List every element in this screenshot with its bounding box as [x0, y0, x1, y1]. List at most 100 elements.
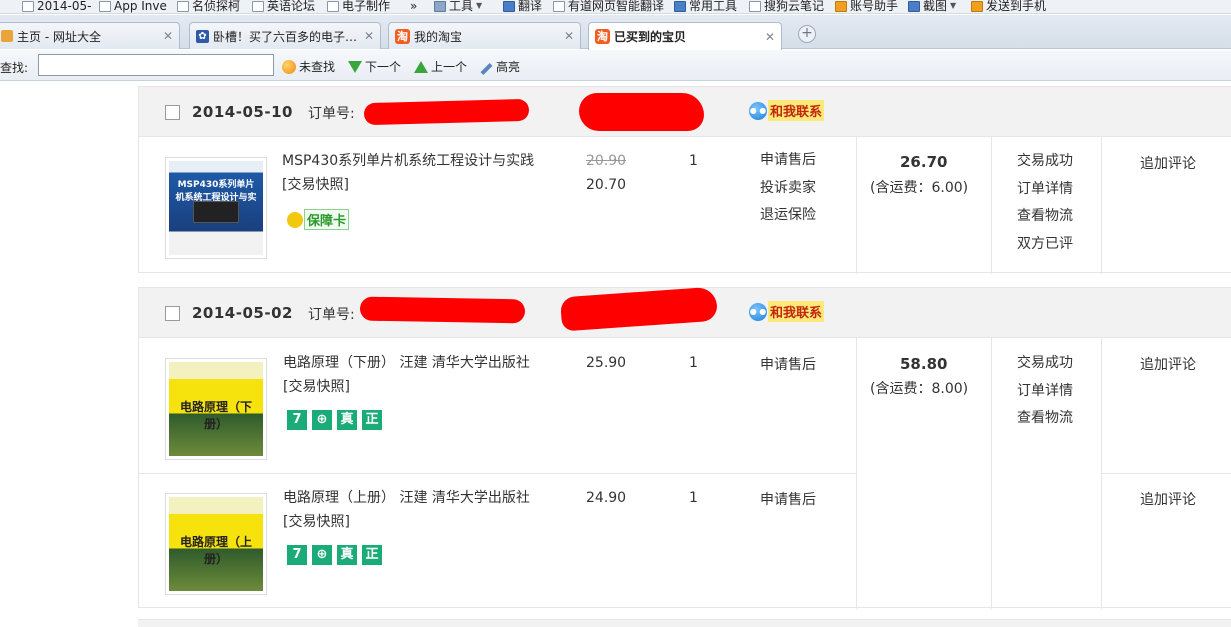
item-actions: 申请售后 投诉卖家 退运保险 — [760, 147, 816, 230]
authentic-badge[interactable]: 真 — [337, 545, 357, 565]
snapshot-link[interactable]: [交易快照] — [283, 375, 563, 399]
guarantee-badge[interactable]: ⊕ — [312, 545, 332, 565]
add-review-link[interactable]: 追加评论 — [1140, 354, 1196, 374]
tab-my-taobao[interactable]: 淘 我的淘宝 ✕ — [388, 22, 581, 49]
service-badges: 7 ⊕ 真 正 — [287, 545, 382, 565]
close-icon[interactable]: ✕ — [765, 30, 775, 44]
book-cover-image: 电路原理（上册） — [169, 497, 263, 591]
redaction-mark — [359, 296, 526, 324]
seven-day-return-badge[interactable]: 7 — [287, 545, 307, 565]
product-thumbnail[interactable]: MSP430系列单片机系统工程设计与实践 — [165, 157, 267, 259]
tab-purchased-items[interactable]: 淘 已买到的宝贝 ✕ — [588, 22, 782, 50]
close-icon[interactable]: ✕ — [163, 29, 173, 43]
view-logistics-link[interactable]: 查看物流 — [1017, 405, 1073, 433]
add-review-link[interactable]: 追加评论 — [1140, 489, 1196, 509]
shipping-fee: (含运费：8.00) — [870, 381, 969, 397]
bookmark-item[interactable]: 常用工具 — [674, 0, 737, 13]
find-status-button[interactable]: 未查找 — [282, 58, 335, 75]
close-icon[interactable]: ✕ — [564, 29, 574, 43]
order-total: 58.80 — [900, 355, 948, 373]
screenshot-icon — [908, 0, 920, 12]
tab-article[interactable]: ✿ 卧槽！买了六百多的电子… ✕ — [189, 22, 381, 49]
bookmark-item[interactable]: 翻译 — [503, 0, 542, 13]
bookmark-item[interactable]: 英语论坛 — [252, 0, 315, 13]
snapshot-link[interactable]: [交易快照] — [283, 510, 563, 534]
page-icon — [327, 0, 339, 12]
bookmark-item[interactable]: 名侦探柯 — [177, 0, 240, 13]
chevron-down-icon: ▼ — [950, 1, 957, 10]
find-prev-button[interactable]: 上一个 — [414, 58, 467, 75]
order-date: 2014-05-02 — [192, 304, 293, 322]
order-number-label: 订单号: — [308, 307, 355, 323]
authentic-badge[interactable]: 真 — [337, 410, 357, 430]
bookmark-item[interactable]: 电子制作 — [327, 0, 390, 13]
unit-price: 25.90 — [586, 355, 627, 371]
bookmark-item[interactable]: 发送到手机 — [971, 0, 1046, 13]
order-date: 2014-05-10 — [192, 103, 293, 121]
genuine-badge[interactable]: 正 — [362, 545, 382, 565]
bookmark-item[interactable]: App Inve — [99, 0, 167, 13]
product-title[interactable]: 电路原理（上册） 汪建 清华大学出版社 [交易快照] — [283, 486, 563, 534]
bookmarks-bar: 2014-05- App Inve 名侦探柯 英语论坛 电子制作 » 工具 ▼ 翻… — [0, 0, 1231, 14]
bookmark-item[interactable]: 账号助手 — [835, 0, 898, 13]
bookmark-item[interactable]: 有道网页智能翻译 — [553, 0, 664, 13]
after-sale-link[interactable]: 申请售后 — [760, 147, 816, 175]
translate-icon — [503, 0, 515, 12]
shipping-fee: (含运费：6.00) — [870, 180, 969, 196]
note-icon — [749, 0, 761, 12]
taobao-icon: 淘 — [595, 29, 610, 44]
status-text: 交易成功 — [1017, 153, 1073, 169]
bookmark-item[interactable]: 2014-05- — [22, 0, 91, 13]
status-dot-icon — [282, 59, 296, 74]
order-card: 2014-05-02 订单号: ● ● 和我联系 电路原理（下册） 电路原理（下… — [138, 286, 1231, 609]
guarantee-card-badge[interactable]: 保障卡 — [287, 209, 350, 230]
find-highlight-button[interactable]: 高亮 — [480, 58, 520, 75]
order-header: 2014-05-10 订单号: ● ● 和我联系 — [139, 87, 1231, 137]
after-sale-link[interactable]: 申请售后 — [760, 354, 816, 374]
chip-illustration — [193, 201, 239, 223]
product-title[interactable]: 电路原理（下册） 汪建 清华大学出版社 [交易快照] — [283, 351, 563, 399]
guarantee-badge[interactable]: ⊕ — [312, 410, 332, 430]
contact-seller-button[interactable]: ● ● 和我联系 — [749, 301, 825, 322]
bookmark-tools-menu[interactable]: 工具 ▼ — [434, 0, 482, 13]
redaction-mark — [560, 286, 718, 332]
snapshot-link[interactable]: [交易快照] — [282, 173, 562, 197]
bookmark-item[interactable]: 搜狗云笔记 — [749, 0, 824, 13]
youdao-icon — [553, 0, 565, 12]
page-icon — [99, 0, 111, 12]
bookmark-screenshot-menu[interactable]: 截图 ▼ — [908, 0, 957, 13]
order-details-link[interactable]: 订单详情 — [1017, 176, 1073, 204]
return-insurance-link[interactable]: 退运保险 — [760, 202, 816, 230]
wrench-icon — [674, 0, 686, 12]
bookmarks-overflow-button[interactable]: » — [410, 0, 417, 13]
close-icon[interactable]: ✕ — [364, 29, 374, 43]
chat-bubble-icon: ● ● — [749, 101, 767, 120]
add-review-link[interactable]: 追加评论 — [1140, 153, 1196, 173]
view-logistics-link[interactable]: 查看物流 — [1017, 203, 1073, 231]
find-next-button[interactable]: 下一个 — [348, 58, 401, 75]
new-tab-button[interactable]: + — [798, 25, 816, 43]
seven-day-return-badge[interactable]: 7 — [287, 410, 307, 430]
after-sale-link[interactable]: 申请售后 — [760, 489, 816, 509]
tab-home[interactable]: 主页 - 网址大全 ✕ — [0, 22, 180, 49]
complain-seller-link[interactable]: 投诉卖家 — [760, 175, 816, 203]
toolbox-icon — [434, 0, 446, 12]
order-number-label: 订单号: — [308, 106, 355, 122]
order-checkbox[interactable] — [165, 105, 180, 120]
reviewed-status: 双方已评 — [1017, 235, 1073, 252]
order-details-link[interactable]: 订单详情 — [1017, 378, 1073, 406]
find-input[interactable] — [38, 54, 274, 76]
genuine-badge[interactable]: 正 — [362, 410, 382, 430]
next-order-header — [138, 619, 1231, 627]
unit-price: 20.70 — [586, 177, 627, 193]
order-header: 2014-05-02 订单号: ● ● 和我联系 — [139, 286, 1231, 338]
arrow-down-icon — [348, 60, 362, 73]
order-checkbox[interactable] — [165, 306, 180, 321]
product-title[interactable]: MSP430系列单片机系统工程设计与实践 [交易快照] — [282, 149, 562, 197]
find-bar: 查找: 未查找 下一个 上一个 高亮 — [0, 50, 1231, 81]
product-thumbnail[interactable]: 电路原理（下册） — [165, 358, 267, 460]
contact-seller-button[interactable]: ● ● 和我联系 — [749, 100, 825, 121]
product-thumbnail[interactable]: 电路原理（上册） — [165, 493, 267, 595]
quantity: 1 — [689, 355, 698, 371]
paw-icon: ✿ — [196, 29, 209, 43]
